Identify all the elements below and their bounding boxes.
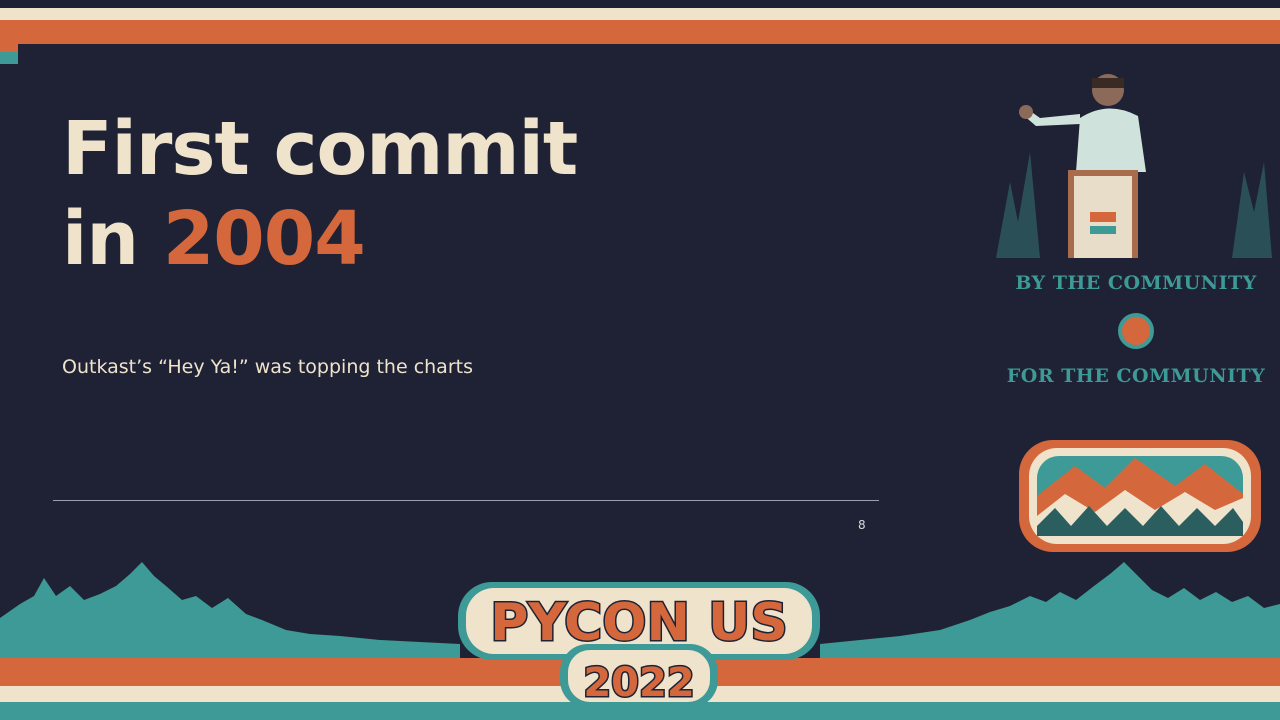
top-border-dark — [0, 0, 1280, 8]
footer-divider — [53, 500, 879, 501]
page-number: 8 — [858, 518, 866, 532]
for-the-community-text: FOR THE COMMUNITY — [1006, 365, 1266, 387]
pycon-us-2022-logo: PYCON US 2022 — [458, 582, 820, 708]
top-border-orange — [0, 20, 1280, 44]
pycon-year-text: 2022 — [583, 660, 694, 706]
community-dot-icon — [1118, 313, 1154, 349]
by-the-community-text: BY THE COMMUNITY — [1015, 272, 1257, 294]
slide-title: First commit in 2004 — [62, 104, 578, 284]
corner-accent-orange — [0, 44, 18, 52]
title-line-2-prefix: in — [62, 196, 163, 282]
top-border-cream — [0, 8, 1280, 20]
mountain-logo-icon — [1019, 440, 1261, 552]
pycon-us-text: PYCON US — [490, 593, 788, 653]
slide-subtitle: Outkast’s “Hey Ya!” was topping the char… — [62, 356, 473, 378]
title-line-1: First commit — [62, 106, 578, 192]
title-year: 2004 — [162, 196, 366, 282]
speaker-photo — [996, 62, 1272, 258]
